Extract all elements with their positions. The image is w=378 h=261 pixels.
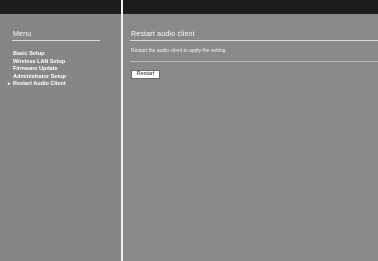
sidebar-item-label: Administrator Setup [13,73,66,80]
sidebar-item-label: Restart Audio Client [13,81,66,87]
restart-button[interactable]: Restart [131,70,160,79]
main-panel: Restart audio client Restart the audio c… [123,14,378,261]
sidebar-item-basic-setup[interactable]: Basic Setup [13,51,66,59]
sidebar-item-label: Firmware Update [13,66,58,72]
menu-list: Basic Setup Wireless LAN Setup Firmware … [8,51,66,89]
sidebar-item-wireless-lan-setup[interactable]: Wireless LAN Setup [13,59,66,67]
sidebar: Menu Basic Setup Wireless LAN Setup Firm… [0,14,121,261]
menu-heading: Menu [13,31,32,38]
sidebar-item-firmware-update[interactable]: Firmware Update [13,66,66,74]
sidebar-item-label: Wireless LAN Setup [13,58,66,65]
page-title: Restart audio client [131,31,195,38]
top-bar [0,0,378,14]
active-arrow-icon: ▸ [8,81,11,87]
sidebar-item-label: Basic Setup [13,51,45,57]
content-divider [130,61,378,62]
description-text: Restart the audio client to apply the se… [131,48,226,54]
sidebar-item-restart-audio-client[interactable]: ▸ Restart Audio Client [8,81,66,89]
menu-divider [12,40,100,41]
sidebar-item-administrator-setup[interactable]: Administrator Setup [13,74,66,82]
title-divider [130,40,378,41]
